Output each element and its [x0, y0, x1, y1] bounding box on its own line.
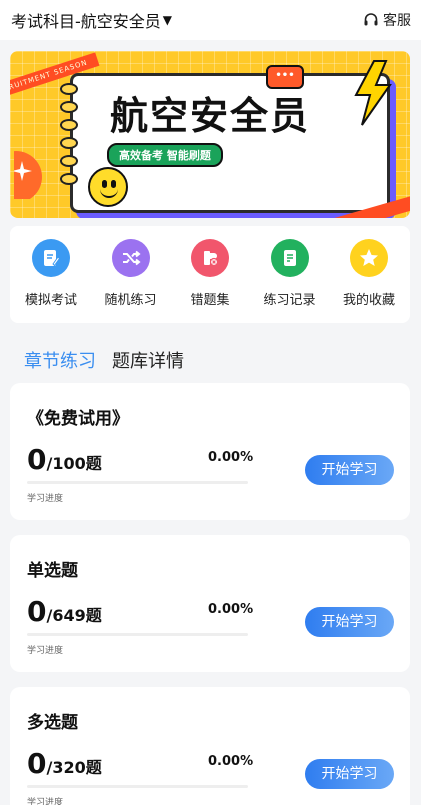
section-tabs: 章节练习 题库详情: [24, 347, 200, 373]
subject-prefix: 考试科目-: [11, 12, 81, 31]
quick-label: 练习记录: [263, 293, 316, 308]
promo-banner[interactable]: RECRUITMENT SEASON ••• 航空安全员 高效备考 智能刷题 R…: [10, 51, 410, 218]
headset-icon: [364, 13, 378, 26]
progress-percent: 0.00%: [208, 754, 254, 769]
practice-card-multiple-choice: 多选题 0 /320题 0.00% 学习进度 开始学习: [10, 687, 410, 805]
banner-subtitle: 高效备考 智能刷题: [107, 143, 223, 167]
quick-label: 我的收藏: [342, 293, 395, 308]
progress-bar: [27, 481, 248, 484]
progress-bar: [27, 785, 248, 788]
subject-selector[interactable]: 考试科目- 航空安全员 ▼: [11, 8, 172, 32]
total-count: /320题: [46, 758, 102, 777]
total-count: /649题: [46, 606, 102, 625]
progress-label: 学习进度: [27, 494, 64, 504]
progress-label: 学习进度: [27, 646, 64, 656]
total-count: /100题: [46, 454, 102, 473]
card-title: 《免费试用》: [27, 409, 129, 429]
quick-item-wrong-questions[interactable]: 错题集: [175, 239, 245, 323]
quick-label: 随机练习: [104, 293, 157, 308]
quick-item-mock-exam[interactable]: 模拟考试: [16, 239, 86, 323]
quick-label: 模拟考试: [24, 293, 77, 308]
top-bar: 考试科目- 航空安全员 ▼ 客服: [0, 0, 421, 40]
mock-exam-icon: [32, 239, 70, 277]
start-learning-button[interactable]: 开始学习: [305, 455, 394, 485]
quick-item-favorites[interactable]: 我的收藏: [334, 239, 404, 323]
progress-bar: [27, 633, 248, 636]
card-title: 单选题: [27, 561, 78, 581]
progress-label: 学习进度: [27, 798, 64, 805]
customer-service-button[interactable]: 客服: [363, 10, 411, 30]
completed-count: 0: [27, 595, 47, 628]
start-learning-button[interactable]: 开始学习: [305, 759, 394, 789]
sparkle-icon: [10, 139, 44, 203]
start-learning-button[interactable]: 开始学习: [305, 607, 394, 637]
smiley-icon: [88, 167, 128, 207]
quick-item-practice-record[interactable]: 练习记录: [255, 239, 325, 323]
card-title: 多选题: [27, 713, 78, 733]
wrong-questions-icon: [191, 239, 229, 277]
caret-down-icon: ▼: [162, 13, 173, 27]
tab-chapter-practice[interactable]: 章节练习: [24, 347, 96, 373]
question-count: 0 /320题: [27, 747, 102, 780]
quick-item-random-practice[interactable]: 随机练习: [96, 239, 166, 323]
quick-label: 错题集: [190, 293, 230, 308]
question-count: 0 /649题: [27, 595, 102, 628]
practice-record-icon: [270, 239, 309, 277]
shuffle-icon: [111, 239, 150, 277]
quick-menu: 模拟考试 随机练习 错题集 练习记录 我的收藏: [10, 226, 410, 323]
completed-count: 0: [27, 747, 47, 780]
completed-count: 0: [27, 443, 47, 476]
practice-card-free-trial: 《免费试用》 0 /100题 0.00% 学习进度 开始学习: [10, 383, 410, 520]
progress-percent: 0.00%: [208, 602, 254, 617]
star-icon: [350, 239, 388, 277]
subject-name: 航空安全员: [80, 12, 161, 31]
tab-question-bank-details[interactable]: 题库详情: [112, 347, 184, 373]
question-count: 0 /100题: [27, 443, 102, 476]
progress-percent: 0.00%: [208, 450, 254, 465]
customer-service-label: 客服: [383, 13, 411, 29]
practice-card-single-choice: 单选题 0 /649题 0.00% 学习进度 开始学习: [10, 535, 410, 672]
banner-title: 航空安全员: [109, 93, 310, 138]
